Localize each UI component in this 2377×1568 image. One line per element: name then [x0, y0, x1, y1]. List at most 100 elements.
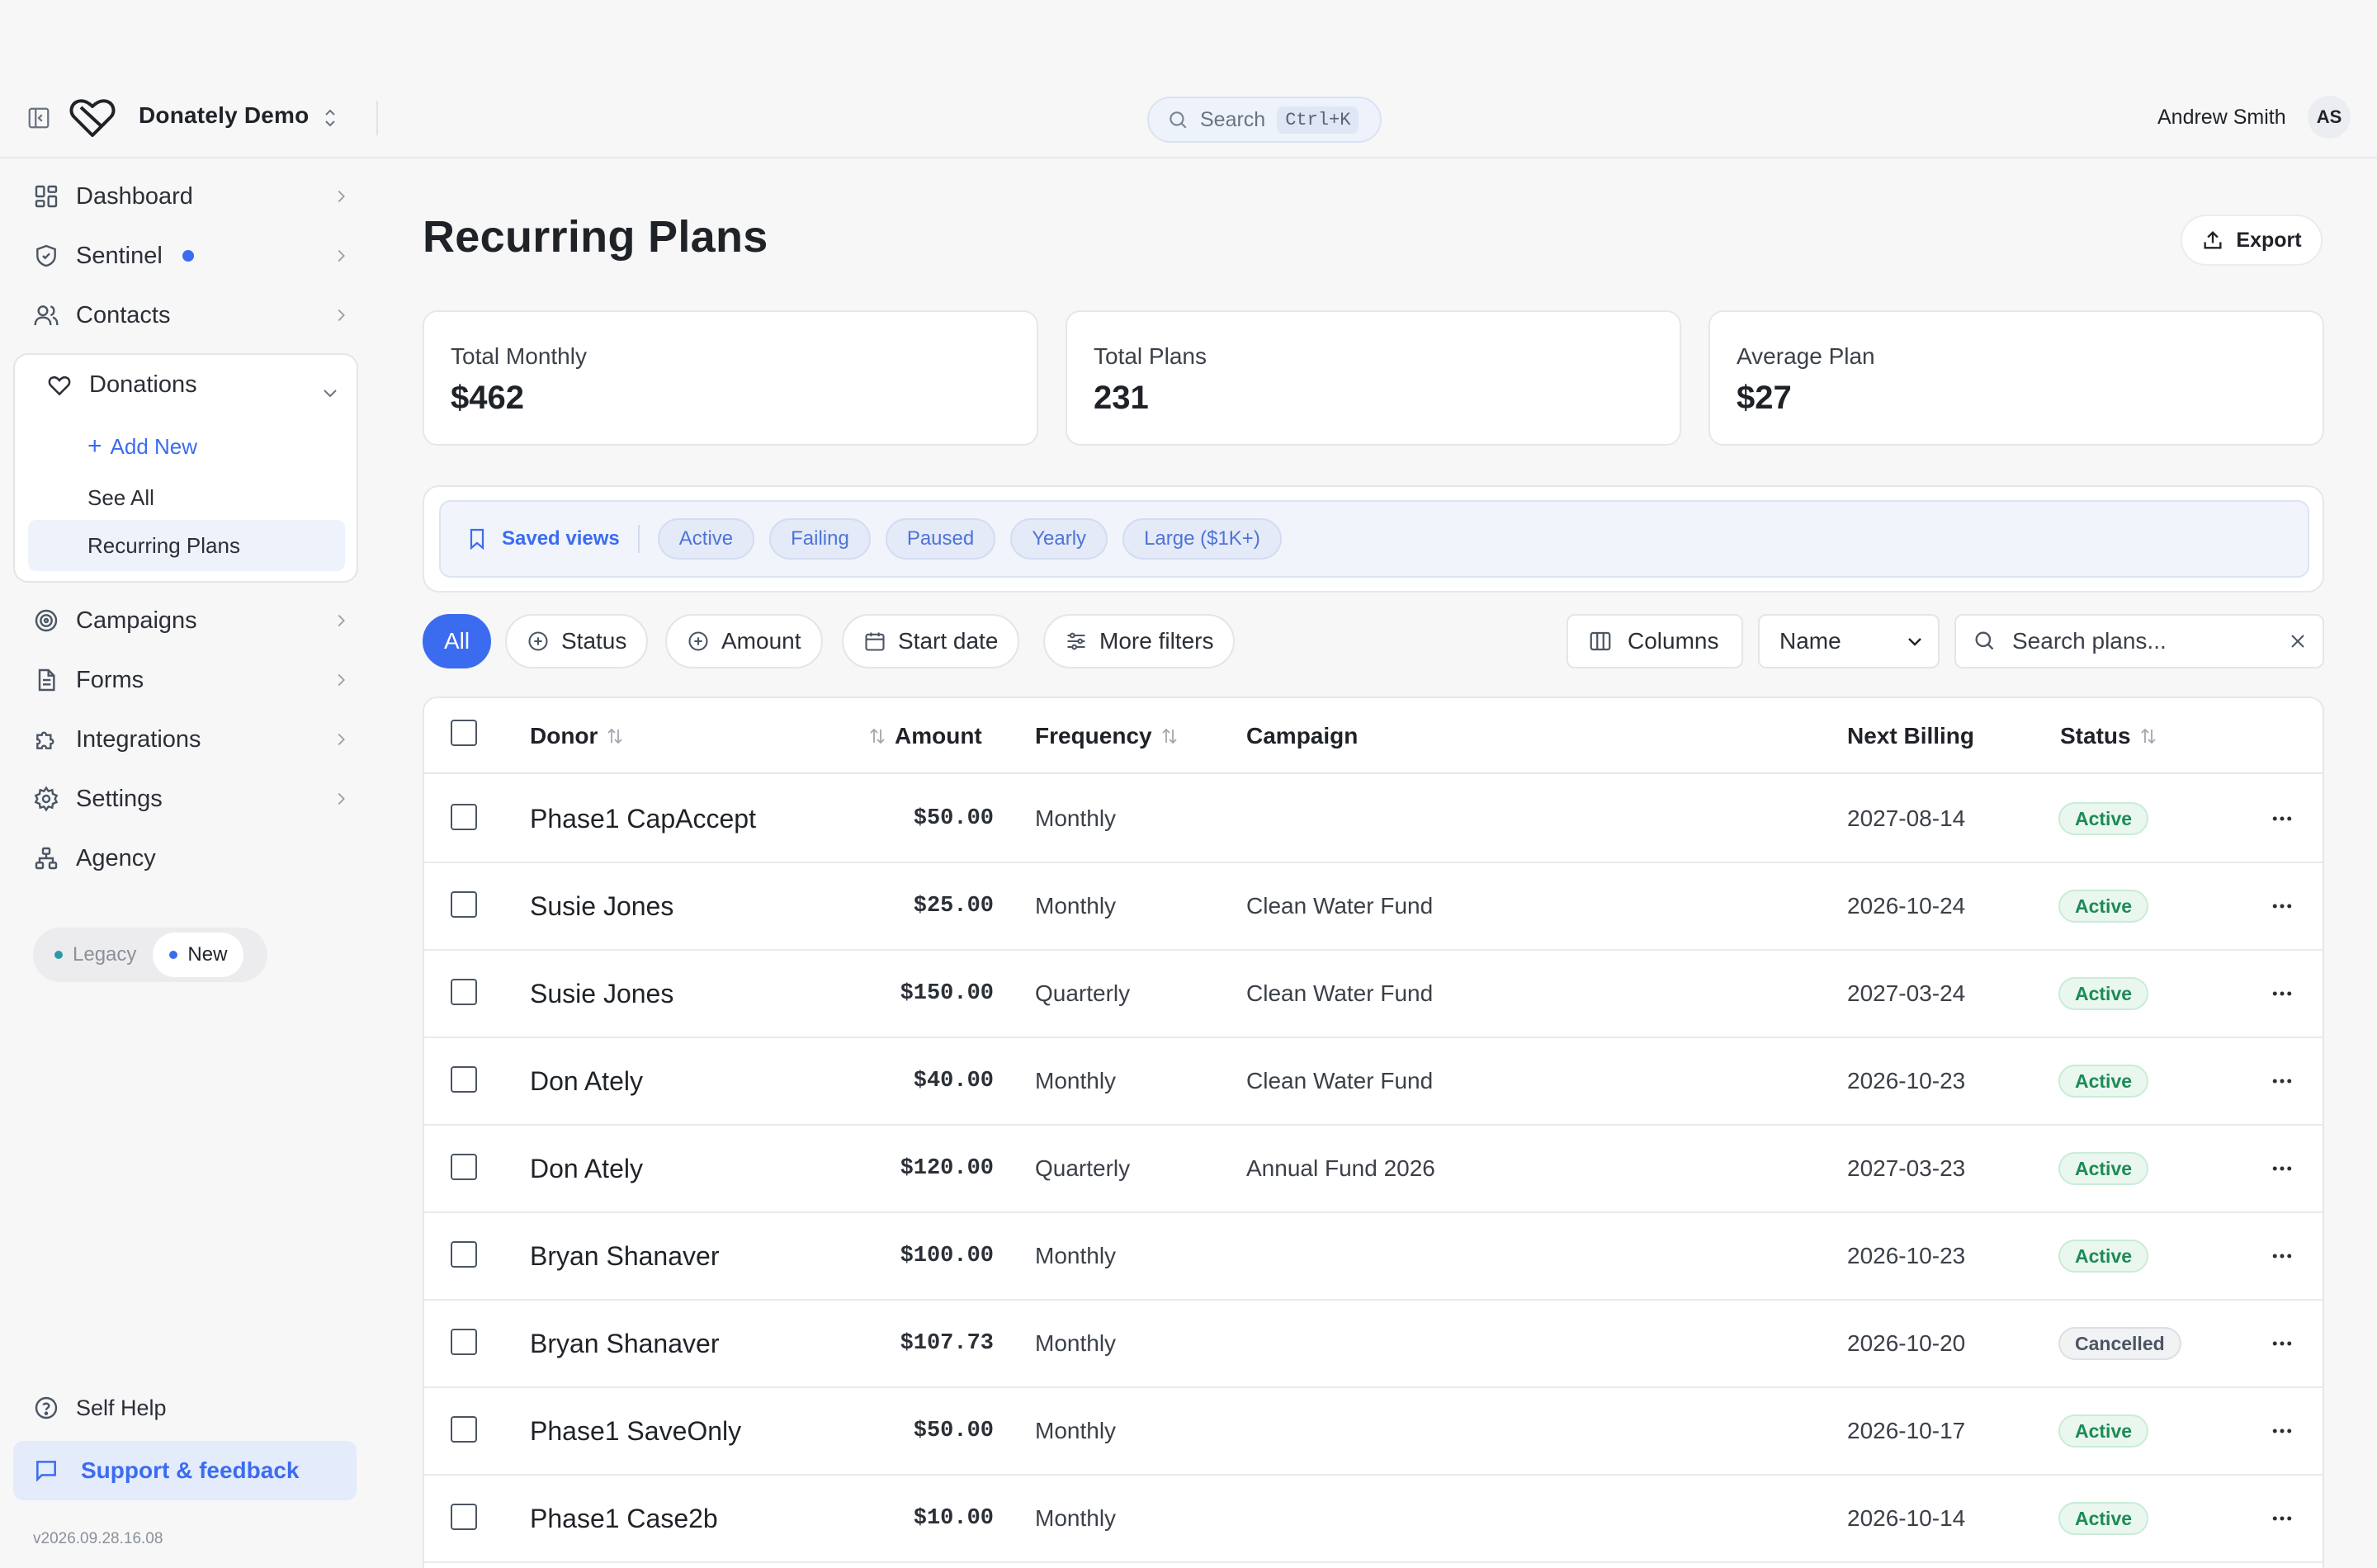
- sort-icon: [1160, 726, 1179, 746]
- table-row[interactable]: Don Ately $40.00 Monthly Clean Water Fund 20…: [424, 1038, 2323, 1126]
- donor-name[interactable]: Don Ately: [530, 1126, 643, 1211]
- table-row[interactable]: Susie Jones $150.00 Quarterly Clean Water F…: [424, 951, 2323, 1038]
- row-actions-button[interactable]: [2270, 1476, 2294, 1561]
- columns-button[interactable]: Columns: [1567, 614, 1743, 668]
- saved-view-chip[interactable]: Paused: [885, 518, 996, 560]
- row-actions-button[interactable]: [2270, 1213, 2294, 1299]
- row-actions-button[interactable]: [2270, 776, 2294, 862]
- new-version-option[interactable]: New: [153, 933, 244, 977]
- legacy-version-option[interactable]: Legacy: [38, 933, 153, 977]
- help-circle-icon: [33, 1395, 59, 1421]
- chevron-down-icon[interactable]: [320, 383, 340, 403]
- row-actions-button[interactable]: [2270, 1126, 2294, 1211]
- search-plans-input[interactable]: Search plans...: [1954, 614, 2324, 668]
- row-checkbox[interactable]: [451, 979, 477, 1005]
- sidebar-toggle-icon[interactable]: [26, 106, 51, 130]
- next-billing-date: 2026-10-17: [1847, 1418, 1966, 1443]
- sidebar-item-contacts[interactable]: Contacts: [13, 290, 360, 340]
- more-filters-chip[interactable]: More filters: [1043, 614, 1236, 668]
- saved-views-panel: Saved views Active Failing Paused Yearly…: [423, 485, 2324, 593]
- more-horizontal-icon: [2270, 1244, 2294, 1268]
- plus-icon: +: [87, 432, 102, 460]
- row-actions-button[interactable]: [2270, 1038, 2294, 1124]
- row-actions-button[interactable]: [2270, 1388, 2294, 1474]
- column-header-frequency[interactable]: Frequency: [1035, 723, 1179, 749]
- row-checkbox[interactable]: [451, 1241, 477, 1268]
- column-header-status[interactable]: Status: [2060, 723, 2157, 749]
- donor-name[interactable]: Susie Jones: [530, 951, 673, 1037]
- user-name[interactable]: Andrew Smith: [2157, 106, 2286, 130]
- filter-all-chip[interactable]: All: [423, 614, 492, 668]
- self-help-link[interactable]: Self Help: [33, 1395, 167, 1421]
- filter-amount-chip[interactable]: Amount: [665, 614, 823, 668]
- chevron-right-icon: [332, 790, 350, 808]
- column-header-donor[interactable]: Donor: [530, 723, 624, 749]
- sidebar-item-settings[interactable]: Settings: [13, 774, 360, 824]
- row-checkbox[interactable]: [451, 1416, 477, 1443]
- row-checkbox[interactable]: [451, 804, 477, 830]
- row-checkbox[interactable]: [451, 1154, 477, 1180]
- sidebar-item-label: Integrations: [76, 725, 201, 753]
- sidebar-item-forms[interactable]: Forms: [13, 655, 360, 705]
- export-button[interactable]: Export: [2181, 215, 2323, 266]
- global-search-button[interactable]: Search Ctrl+K: [1147, 97, 1382, 143]
- status-badge: Active: [2058, 1152, 2149, 1185]
- row-checkbox[interactable]: [451, 891, 477, 918]
- donor-name[interactable]: Phase1 SaveOnly: [530, 1388, 741, 1474]
- sidebar-item-agency[interactable]: Agency: [13, 834, 360, 883]
- table-row[interactable]: Don Ately $120.00 Quarterly Annual Fund 202…: [424, 1126, 2323, 1213]
- column-header-campaign[interactable]: Campaign: [1246, 723, 1358, 749]
- column-header-next-billing[interactable]: Next Billing: [1847, 723, 1974, 749]
- row-actions-button[interactable]: [2270, 951, 2294, 1037]
- org-switcher-icon[interactable]: [320, 106, 340, 130]
- more-horizontal-icon: [2270, 1156, 2294, 1181]
- plan-frequency: Monthly: [1035, 805, 1117, 831]
- columns-label: Columns: [1628, 628, 1719, 654]
- clear-search-icon[interactable]: [2288, 631, 2308, 651]
- sidebar-item-sentinel[interactable]: Sentinel: [13, 231, 360, 281]
- table-row[interactable]: Phase1 CapAccept $50.00 Monthly 2027-08-14 A…: [424, 776, 2323, 863]
- add-new-donation-link[interactable]: + Add New: [87, 432, 197, 460]
- row-checkbox[interactable]: [451, 1329, 477, 1355]
- row-actions-button[interactable]: [2270, 863, 2294, 949]
- sort-by-select[interactable]: Name: [1758, 614, 1940, 668]
- table-row[interactable]: Susie Jones $25.00 Monthly Clean Water Fund…: [424, 863, 2323, 951]
- sidebar-item-integrations[interactable]: Integrations: [13, 715, 360, 764]
- donor-name[interactable]: Bryan Shanaver: [530, 1301, 719, 1386]
- support-feedback-button[interactable]: Support & feedback: [13, 1441, 357, 1500]
- donor-name[interactable]: Phase1 Case2b: [530, 1476, 718, 1561]
- sidebar-item-campaigns[interactable]: Campaigns: [13, 596, 360, 645]
- plan-amount: $120.00: [900, 1156, 994, 1181]
- avatar[interactable]: AS: [2308, 96, 2351, 139]
- filter-status-chip[interactable]: Status: [505, 614, 649, 668]
- donor-name[interactable]: Susie Jones: [530, 863, 673, 949]
- sidebar-item-dashboard[interactable]: Dashboard: [13, 172, 360, 221]
- row-checkbox[interactable]: [451, 1066, 477, 1093]
- column-header-label: Frequency: [1035, 723, 1152, 749]
- upload-icon: [2201, 229, 2224, 252]
- donor-name[interactable]: Phase1 CapAccept: [530, 776, 756, 862]
- column-header-amount[interactable]: Amount: [868, 723, 982, 749]
- sidebar-item-donations[interactable]: Donations: [46, 371, 197, 399]
- org-name[interactable]: Donately Demo: [139, 102, 309, 129]
- sidebar-subitem-see-all[interactable]: See All: [87, 485, 154, 511]
- plan-frequency: Monthly: [1035, 893, 1117, 919]
- version-toggle: Legacy New: [33, 928, 267, 982]
- saved-view-chip[interactable]: Failing: [769, 518, 871, 560]
- row-checkbox[interactable]: [451, 1504, 477, 1530]
- plan-amount: $40.00: [913, 1069, 994, 1093]
- table-row[interactable]: Bryan Shanaver $107.73 Monthly 2026-10-20 Ca…: [424, 1301, 2323, 1388]
- saved-views-button[interactable]: Saved views: [467, 527, 620, 550]
- filter-start-date-chip[interactable]: Start date: [842, 614, 1020, 668]
- saved-view-chip[interactable]: Yearly: [1010, 518, 1108, 560]
- table-row[interactable]: Bryan Shanaver $100.00 Monthly 2026-10-23 Ac…: [424, 1213, 2323, 1301]
- saved-view-chip[interactable]: Large ($1K+): [1122, 518, 1282, 560]
- row-actions-button[interactable]: [2270, 1301, 2294, 1386]
- select-all-checkbox[interactable]: [451, 720, 477, 746]
- table-row[interactable]: Phase1 SaveOnly $50.00 Monthly 2026-10-17 Ac…: [424, 1388, 2323, 1476]
- stat-card-total-monthly: Total Monthly $462: [423, 310, 1038, 446]
- table-row[interactable]: Phase1 Case2b $10.00 Monthly 2026-10-14 Acti…: [424, 1476, 2323, 1563]
- donor-name[interactable]: Don Ately: [530, 1038, 643, 1124]
- donor-name[interactable]: Bryan Shanaver: [530, 1213, 719, 1299]
- saved-view-chip[interactable]: Active: [657, 518, 755, 560]
